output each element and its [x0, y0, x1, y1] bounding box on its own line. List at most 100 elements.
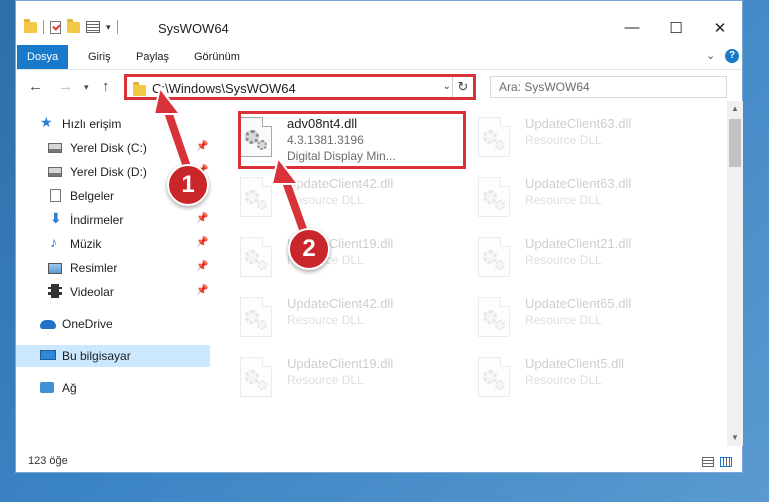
new-folder-icon[interactable]	[67, 18, 80, 33]
file-item[interactable]: UpdateClient19.dll Resource DLL	[219, 231, 449, 283]
folder-icon	[133, 82, 146, 96]
item-count: 123 öğe	[28, 455, 68, 467]
sidebar-item-this-pc[interactable]: Bu bilgisayar	[16, 345, 210, 367]
file-name: UpdateClient42.dll	[287, 296, 394, 311]
sidebar-item-onedrive[interactable]: OneDrive	[16, 313, 210, 335]
sidebar-item-videos[interactable]: Videolar 📌	[16, 281, 210, 303]
gear-icon	[257, 260, 267, 270]
scroll-thumb[interactable]	[729, 119, 741, 167]
sidebar-item-label: Belgeler	[70, 189, 115, 203]
file-item[interactable]: UpdateClient42.dll Resource DLL	[219, 171, 449, 223]
gear-icon	[257, 320, 267, 330]
file-item[interactable]: UpdateClient5.dll Resource DLL	[457, 351, 687, 403]
toolbar-divider	[116, 20, 118, 34]
details-view-icon[interactable]	[702, 457, 714, 467]
network-icon	[40, 382, 54, 393]
search-input[interactable]: Ara: SysWOW64	[490, 76, 727, 98]
recent-locations-chevron-icon[interactable]: ▾	[84, 82, 89, 93]
quick-access-toolbar: ▾	[24, 18, 118, 34]
help-icon[interactable]: ?	[725, 49, 739, 63]
gear-icon	[257, 200, 267, 210]
toolbar-divider	[43, 20, 44, 34]
documents-icon	[50, 189, 61, 202]
dll-file-icon	[478, 117, 510, 157]
dll-file-icon	[478, 297, 510, 337]
sidebar-item-label: Resimler	[70, 261, 118, 275]
address-history-chevron-icon[interactable]: ⌄	[443, 81, 451, 92]
status-bar: 123 öğe	[16, 449, 742, 473]
dll-file-icon	[478, 357, 510, 397]
file-list: adv08nt4.dll 4.3.1381.3196 Digital Displ…	[219, 105, 727, 445]
explorer-window: ▾ SysWOW64 — ☐ ✕ Dosya Giriş Paylaş Görü…	[15, 0, 743, 473]
pictures-icon	[48, 263, 62, 274]
file-item[interactable]: UpdateClient21.dll Resource DLL	[457, 231, 687, 283]
sidebar-item-downloads[interactable]: ⬇ İndirmeler 📌	[16, 209, 210, 231]
maximize-icon[interactable]: ☐	[666, 19, 686, 37]
dll-file-icon	[240, 297, 272, 337]
dll-file-icon	[240, 357, 272, 397]
customize-toolbar-chevron-icon[interactable]: ▾	[106, 22, 111, 33]
file-description: Resource DLL	[287, 373, 364, 387]
sidebar-item-local-disk-c[interactable]: Yerel Disk (C:) 📌	[16, 137, 210, 159]
folder-icon[interactable]	[24, 18, 37, 33]
properties-check-icon[interactable]	[50, 20, 61, 34]
sidebar-item-quick-access[interactable]: ★ Hızlı erişim	[16, 113, 210, 135]
up-arrow-icon[interactable]: ↑	[102, 78, 110, 95]
file-description: Resource DLL	[287, 313, 364, 327]
tab-home[interactable]: Giriş	[80, 45, 119, 69]
pin-icon: 📌	[196, 237, 209, 248]
tiles-view-icon[interactable]	[720, 457, 732, 467]
sidebar-item-pictures[interactable]: Resimler 📌	[16, 257, 210, 279]
file-item[interactable]: UpdateClient63.dll Resource DLL	[457, 111, 687, 163]
gear-icon	[495, 140, 505, 150]
file-name: UpdateClient42.dll	[287, 176, 394, 191]
file-item[interactable]: UpdateClient42.dll Resource DLL	[219, 291, 449, 343]
sidebar-item-network[interactable]: Ağ	[16, 377, 210, 399]
sidebar-item-label: OneDrive	[62, 317, 113, 331]
gear-icon	[495, 320, 505, 330]
close-icon[interactable]: ✕	[710, 19, 730, 37]
file-item[interactable]: UpdateClient65.dll Resource DLL	[457, 291, 687, 343]
sidebar-item-label: Hızlı erişim	[62, 117, 122, 131]
file-name: UpdateClient63.dll	[525, 176, 632, 191]
address-path[interactable]: C:\Windows\SysWOW64	[152, 81, 296, 96]
file-name: UpdateClient19.dll	[287, 356, 394, 371]
file-name: UpdateClient5.dll	[525, 356, 625, 371]
gear-icon	[495, 260, 505, 270]
drive-icon	[48, 143, 62, 153]
scroll-down-icon[interactable]: ▼	[727, 430, 743, 446]
refresh-icon[interactable]: ↻	[452, 77, 473, 97]
sidebar-item-label: Ağ	[62, 381, 77, 395]
vertical-scrollbar[interactable]: ▲ ▼	[727, 101, 743, 446]
file-item[interactable]: UpdateClient19.dll Resource DLL	[219, 351, 449, 403]
sidebar-item-label: Yerel Disk (D:)	[70, 165, 147, 179]
pin-icon: 📌	[196, 261, 209, 272]
gear-icon	[495, 200, 505, 210]
minimize-icon[interactable]: —	[622, 19, 642, 36]
file-description: Resource DLL	[525, 253, 602, 267]
step-2-badge: 2	[288, 228, 330, 270]
back-arrow-icon[interactable]: ←	[28, 78, 43, 95]
forward-arrow-icon[interactable]: →	[58, 78, 73, 95]
window-title: SysWOW64	[158, 21, 229, 36]
tab-view[interactable]: Görünüm	[186, 45, 248, 69]
tab-share[interactable]: Paylaş	[128, 45, 177, 69]
file-item[interactable]: UpdateClient63.dll Resource DLL	[457, 171, 687, 223]
pin-icon: 📌	[196, 213, 209, 224]
title-bar: ▾ SysWOW64 — ☐ ✕	[16, 1, 742, 41]
expand-ribbon-chevron-icon[interactable]: ⌄	[706, 49, 715, 62]
view-properties-icon[interactable]	[86, 21, 100, 33]
step-1-badge: 1	[167, 164, 209, 206]
selected-file-highlight	[238, 111, 466, 169]
sidebar-item-music[interactable]: ♪ Müzik 📌	[16, 233, 210, 255]
onedrive-icon	[40, 320, 56, 329]
dll-file-icon	[240, 177, 272, 217]
address-bar[interactable]: C:\Windows\SysWOW64 ⌄ ↻	[124, 74, 476, 100]
drive-icon	[48, 167, 62, 177]
dll-file-icon	[478, 177, 510, 217]
scroll-up-icon[interactable]: ▲	[727, 101, 743, 117]
tab-file[interactable]: Dosya	[17, 45, 69, 69]
navigation-pane: ★ Hızlı erişim Yerel Disk (C:) 📌 Yerel D…	[16, 105, 212, 445]
pin-icon: 📌	[196, 285, 209, 296]
file-name: UpdateClient63.dll	[525, 116, 632, 131]
